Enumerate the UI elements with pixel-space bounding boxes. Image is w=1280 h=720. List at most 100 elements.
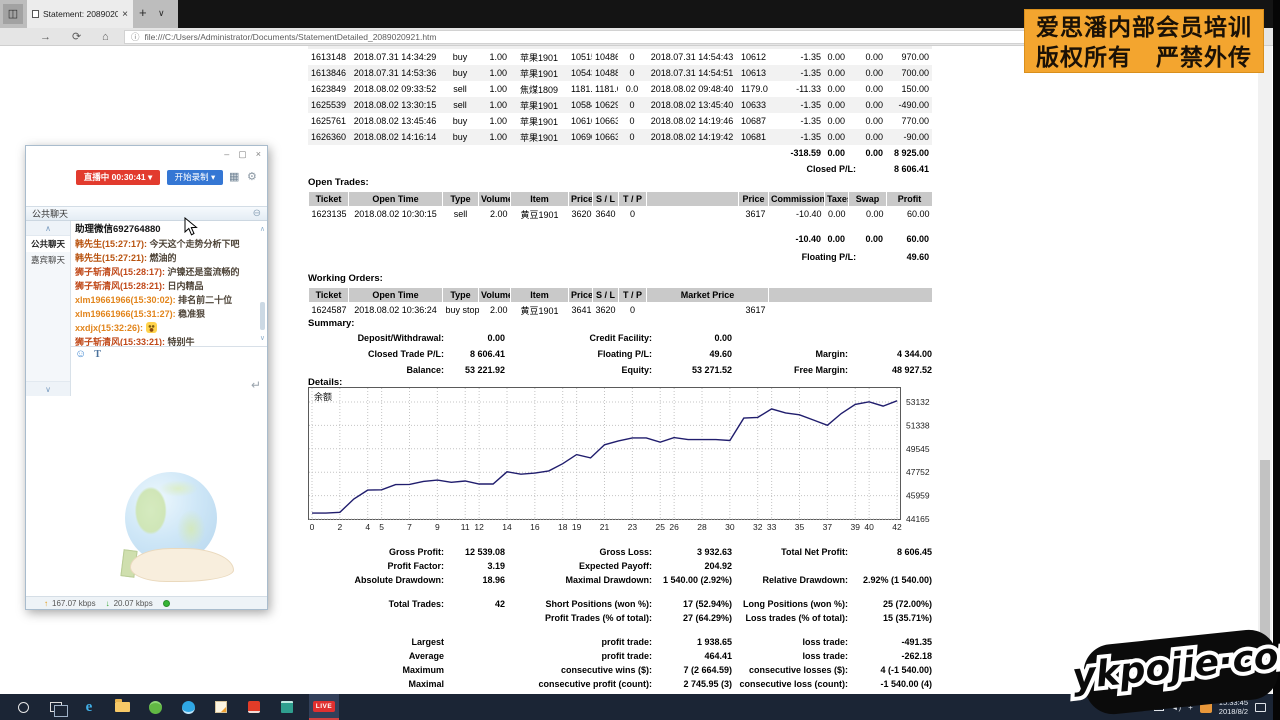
- new-tab-button[interactable]: +: [139, 5, 147, 20]
- cell: 10584: [568, 97, 592, 113]
- info-icon[interactable]: ⓘ: [131, 31, 140, 43]
- closed-totals-row: -318.590.000.008 925.00: [308, 145, 932, 161]
- svg-text:53132: 53132: [906, 397, 930, 407]
- messages-scrollbar-thumb[interactable]: [260, 302, 265, 330]
- table-row: 16238492018.08.02 09:33:52sell1.00焦煤1809…: [308, 81, 932, 97]
- cortana-button[interactable]: [12, 695, 34, 719]
- balance-chart: 5313251338495454775245959441650245791112…: [308, 387, 942, 539]
- chat-message: xxdjx(15:32:26):: [75, 321, 255, 335]
- collapse-icon[interactable]: ⊖: [253, 208, 261, 219]
- maximize-icon[interactable]: ▢: [238, 149, 247, 160]
- tab-list-icon[interactable]: ∨: [158, 8, 165, 19]
- svg-text:39: 39: [850, 522, 860, 532]
- column-header: Item: [511, 192, 569, 206]
- cell: 2018.07.31 14:53:36: [348, 65, 442, 81]
- column-header: Type: [443, 192, 479, 206]
- home-icon[interactable]: ⌂: [102, 31, 109, 43]
- svg-text:12: 12: [474, 522, 484, 532]
- action-center-icon[interactable]: [1255, 703, 1266, 712]
- layout-grid-icon[interactable]: ▦: [229, 170, 239, 183]
- set-tabs-aside-icon[interactable]: ◫: [3, 4, 23, 24]
- close-icon[interactable]: ×: [256, 149, 261, 160]
- chat-message: 狮子斩清风(15:28:21): 日内精品: [75, 279, 255, 293]
- cell: 10633: [738, 97, 768, 113]
- messages-scroll-down-icon[interactable]: ∨: [260, 334, 265, 342]
- cell: -11.33: [768, 81, 824, 97]
- stat-cell: consecutive loss (count):: [732, 677, 848, 691]
- cell: 1181.0: [592, 81, 618, 97]
- cell: -10.40: [769, 206, 825, 222]
- cell: 1623135: [309, 206, 349, 222]
- stat-cell: 8 606.41: [444, 346, 505, 362]
- sidebar-scroll-down[interactable]: ∨: [26, 381, 70, 396]
- media-app-icon[interactable]: [276, 695, 298, 719]
- browser-360-icon[interactable]: [144, 695, 166, 719]
- browser-tab[interactable]: Statement: 2089020921 ×: [27, 0, 133, 28]
- reader-app-icon[interactable]: [243, 695, 265, 719]
- edge-taskbar-icon[interactable]: e: [78, 695, 100, 719]
- cell: 1625761: [308, 113, 348, 129]
- stat-cell: [444, 635, 505, 649]
- minimize-icon[interactable]: –: [224, 149, 229, 160]
- task-view-button[interactable]: [45, 695, 67, 719]
- cell: buy: [442, 65, 478, 81]
- reload-icon[interactable]: ⟳: [72, 31, 81, 43]
- mouse-cursor: [184, 217, 198, 242]
- column-header: Type: [443, 288, 479, 302]
- send-enter-icon[interactable]: ↵: [251, 378, 261, 392]
- cell: 0.00: [848, 97, 886, 113]
- cell: 0.00: [849, 206, 887, 222]
- stat-cell: [732, 559, 848, 573]
- settings-gear-icon[interactable]: ⚙: [247, 170, 257, 183]
- sidebar-scroll-up[interactable]: ∧: [26, 221, 70, 236]
- message-text: 排名前二十位: [178, 295, 232, 305]
- cell: 10629: [592, 97, 618, 113]
- message-text: 特别牛: [168, 337, 195, 346]
- cell: 0.00: [848, 81, 886, 97]
- cell: 焦煤1809: [510, 81, 568, 97]
- svg-text:21: 21: [600, 522, 610, 532]
- cell: 970.00: [886, 49, 932, 65]
- file-explorer-icon[interactable]: [111, 695, 133, 719]
- start-record-button[interactable]: 开始录制 ▾: [167, 170, 223, 185]
- stat-cell: -1 540.00 (4): [848, 677, 932, 691]
- cell: 1613846: [308, 65, 348, 81]
- cell: 1179.0: [738, 81, 768, 97]
- cell: 1623849: [308, 81, 348, 97]
- message-input[interactable]: ↵: [71, 361, 267, 396]
- svg-text:16: 16: [530, 522, 540, 532]
- stat-cell: 2.92% (1 540.00): [848, 573, 932, 587]
- pl-label: Floating P/L:: [308, 249, 886, 265]
- totals-cell: 0.00: [848, 145, 886, 161]
- hand-icon: [130, 548, 234, 582]
- cell: 苹果1901: [510, 49, 568, 65]
- messages-scroll-up-icon[interactable]: ∧: [260, 225, 265, 233]
- sidebar-item-guest-chat[interactable]: 嘉宾聊天: [26, 252, 70, 268]
- live-stream-app-button[interactable]: LIVE: [309, 694, 339, 720]
- blue-browser-icon[interactable]: [177, 695, 199, 719]
- column-header: Commission: [769, 192, 825, 206]
- cell: 3620: [593, 302, 619, 318]
- column-header: Profit: [887, 192, 933, 206]
- stat-cell: [732, 330, 848, 346]
- chat-section-bar[interactable]: 公共聊天 ⊖: [26, 206, 267, 221]
- emoji-picker-icon[interactable]: ☺: [75, 349, 86, 360]
- cell: 10663: [592, 113, 618, 129]
- totals-cell: 8 925.00: [886, 145, 932, 161]
- forward-icon[interactable]: →: [40, 31, 51, 43]
- cell: 770.00: [886, 113, 932, 129]
- banner-line2: 版权所有 严禁外传: [1025, 42, 1263, 72]
- chat-message: 韩先生(15:27:21): 燃油的: [75, 251, 255, 265]
- svg-text:余额: 余额: [314, 391, 332, 402]
- cell: 0: [618, 97, 646, 113]
- notes-app-icon[interactable]: [210, 695, 232, 719]
- live-status-button[interactable]: 直播中 00:30:41 ▾: [76, 170, 160, 185]
- stat-cell: [444, 611, 505, 625]
- scrollbar-track[interactable]: [1258, 46, 1272, 694]
- text-format-icon[interactable]: T: [94, 349, 101, 360]
- tab-close-icon[interactable]: ×: [122, 9, 128, 20]
- stat-cell: Maximal: [308, 677, 444, 691]
- stat-cell: Deposit/Withdrawal:: [308, 330, 444, 346]
- sidebar-item-public-chat[interactable]: 公共聊天: [26, 236, 70, 252]
- svg-text:14: 14: [502, 522, 512, 532]
